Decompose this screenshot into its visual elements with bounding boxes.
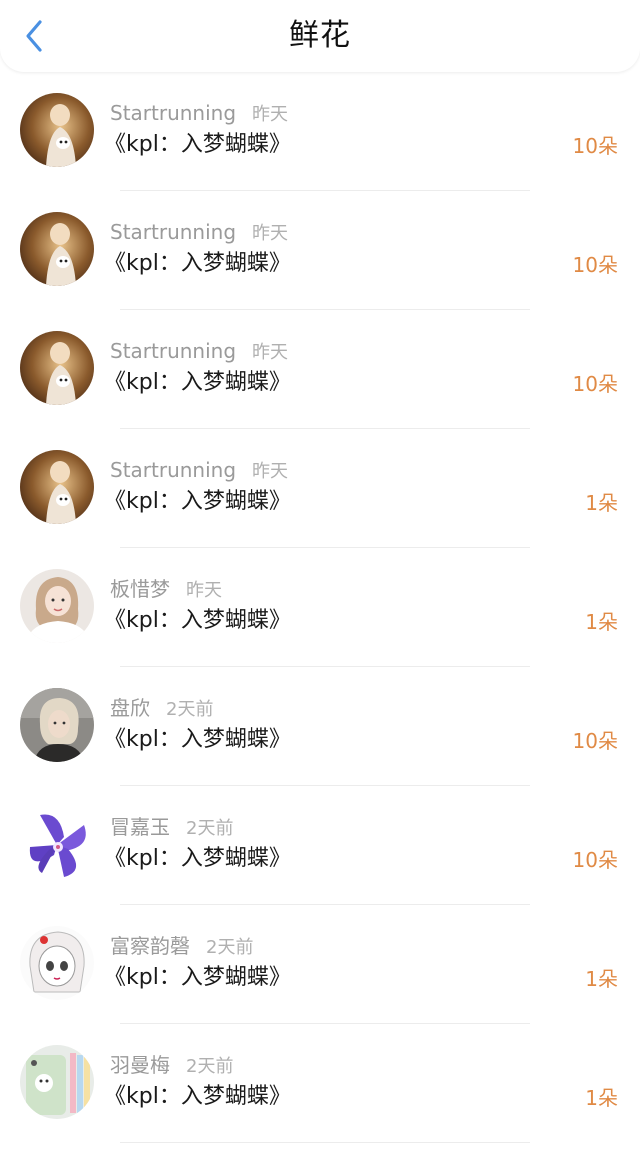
user-name[interactable]: Startrunning bbox=[110, 220, 236, 244]
timestamp: 2天前 bbox=[166, 699, 214, 720]
timestamp: 昨天 bbox=[252, 461, 289, 482]
avatar-image bbox=[20, 807, 94, 881]
avatar[interactable] bbox=[20, 926, 94, 1000]
list-item[interactable]: 盘欣 2天前 《kpl：入梦蝴蝶》 10朵 bbox=[0, 667, 640, 786]
item-meta: 冒嘉玉 2天前 bbox=[110, 814, 233, 842]
flower-amount: 10朵 bbox=[572, 372, 618, 396]
user-name[interactable]: Startrunning bbox=[110, 339, 236, 363]
user-name[interactable]: 冒嘉玉 bbox=[110, 815, 170, 839]
item-meta: Startrunning 昨天 bbox=[110, 338, 288, 366]
flower-amount: 1朵 bbox=[585, 967, 618, 991]
timestamp: 昨天 bbox=[186, 580, 222, 601]
user-name[interactable]: 羽曼梅 bbox=[110, 1053, 170, 1077]
timestamp: 昨天 bbox=[252, 223, 289, 244]
novel-title[interactable]: 《kpl：入梦蝴蝶》 bbox=[104, 844, 291, 874]
list-item[interactable]: 富察韵磬 2天前 《kpl：入梦蝴蝶》 1朵 bbox=[0, 905, 640, 1024]
list-item[interactable]: Startrunning 昨天 《kpl：入梦蝴蝶》 10朵 bbox=[0, 310, 640, 429]
item-meta: Startrunning 昨天 bbox=[110, 457, 288, 485]
user-name[interactable]: 盘欣 bbox=[110, 696, 150, 720]
avatar[interactable] bbox=[20, 331, 94, 405]
flower-gift-list: Startrunning 昨天 《kpl：入梦蝴蝶》 10朵 Startrunni… bbox=[0, 72, 640, 1143]
novel-title[interactable]: 《kpl：入梦蝴蝶》 bbox=[104, 606, 291, 636]
flower-amount: 10朵 bbox=[572, 253, 618, 277]
novel-title[interactable]: 《kpl：入梦蝴蝶》 bbox=[104, 725, 291, 755]
avatar[interactable] bbox=[20, 1045, 94, 1119]
novel-title[interactable]: 《kpl：入梦蝴蝶》 bbox=[104, 487, 291, 517]
flower-amount: 1朵 bbox=[585, 1086, 618, 1110]
flower-amount: 10朵 bbox=[572, 848, 618, 872]
novel-title[interactable]: 《kpl：入梦蝴蝶》 bbox=[104, 1082, 291, 1112]
nav-bar: 鲜花 bbox=[0, 0, 640, 72]
list-item[interactable]: Startrunning 昨天 《kpl：入梦蝴蝶》 10朵 bbox=[0, 72, 640, 191]
avatar[interactable] bbox=[20, 212, 94, 286]
timestamp: 昨天 bbox=[252, 342, 289, 363]
page-title: 鲜花 bbox=[289, 18, 351, 53]
novel-title[interactable]: 《kpl：入梦蝴蝶》 bbox=[104, 249, 291, 279]
flower-amount: 10朵 bbox=[572, 134, 618, 158]
list-item[interactable]: 冒嘉玉 2天前 《kpl：入梦蝴蝶》 10朵 bbox=[0, 786, 640, 905]
novel-title[interactable]: 《kpl：入梦蝴蝶》 bbox=[104, 368, 291, 398]
list-item[interactable]: 板惜梦 昨天 《kpl：入梦蝴蝶》 1朵 bbox=[0, 548, 640, 667]
timestamp: 2天前 bbox=[186, 1056, 234, 1077]
avatar[interactable] bbox=[20, 450, 94, 524]
user-name[interactable]: Startrunning bbox=[110, 101, 236, 125]
user-name[interactable]: 富察韵磬 bbox=[110, 934, 190, 958]
list-item[interactable]: Startrunning 昨天 《kpl：入梦蝴蝶》 10朵 bbox=[0, 191, 640, 310]
novel-title[interactable]: 《kpl：入梦蝴蝶》 bbox=[104, 963, 291, 993]
flower-amount: 10朵 bbox=[572, 729, 618, 753]
novel-title[interactable]: 《kpl：入梦蝴蝶》 bbox=[104, 130, 291, 160]
list-item[interactable]: 羽曼梅 2天前 《kpl：入梦蝴蝶》 1朵 bbox=[0, 1024, 640, 1143]
item-meta: 盘欣 2天前 bbox=[110, 695, 213, 723]
avatar-image bbox=[20, 331, 94, 405]
item-meta: 羽曼梅 2天前 bbox=[110, 1052, 233, 1080]
user-name[interactable]: Startrunning bbox=[110, 458, 236, 482]
item-meta: 富察韵磬 2天前 bbox=[110, 933, 253, 961]
avatar[interactable] bbox=[20, 688, 94, 762]
timestamp: 2天前 bbox=[186, 818, 234, 839]
avatar-image bbox=[20, 212, 94, 286]
avatar[interactable] bbox=[20, 569, 94, 643]
avatar-image bbox=[20, 93, 94, 167]
user-name[interactable]: 板惜梦 bbox=[110, 577, 170, 601]
list-item[interactable]: Startrunning 昨天 《kpl：入梦蝴蝶》 1朵 bbox=[0, 429, 640, 548]
divider bbox=[120, 1142, 530, 1143]
flower-amount: 1朵 bbox=[585, 610, 618, 634]
avatar-image bbox=[20, 688, 94, 762]
timestamp: 昨天 bbox=[252, 104, 289, 125]
avatar-image bbox=[20, 926, 94, 1000]
flower-amount: 1朵 bbox=[585, 491, 618, 515]
item-meta: 板惜梦 昨天 bbox=[110, 576, 222, 604]
avatar[interactable] bbox=[20, 807, 94, 881]
item-meta: Startrunning 昨天 bbox=[110, 100, 288, 128]
timestamp: 2天前 bbox=[206, 937, 254, 958]
item-meta: Startrunning 昨天 bbox=[110, 219, 288, 247]
avatar-image bbox=[20, 569, 94, 643]
avatar-image bbox=[20, 450, 94, 524]
avatar-image bbox=[20, 1045, 94, 1119]
avatar[interactable] bbox=[20, 93, 94, 167]
